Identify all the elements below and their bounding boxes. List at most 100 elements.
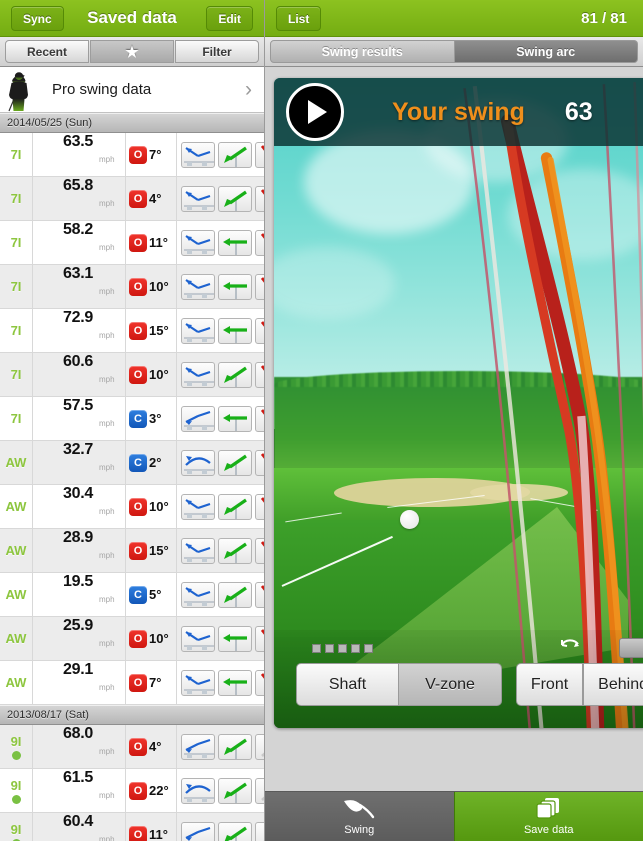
swing-row[interactable]: AW25.9mphO10°★ — [0, 617, 264, 661]
list-button[interactable]: List — [276, 6, 322, 31]
face-direction-icon[interactable] — [218, 229, 252, 256]
segment-filter[interactable]: Filter — [175, 40, 259, 63]
metric-icons-cell — [177, 353, 264, 396]
tab-save-data[interactable]: Save data — [453, 792, 643, 841]
swing-path-icon[interactable] — [181, 669, 215, 696]
edit-button[interactable]: Edit — [206, 6, 253, 31]
pro-swing-data-row[interactable]: Pro swing data › — [0, 67, 264, 113]
swing-row[interactable]: AW28.9mphO15°★ — [0, 529, 264, 573]
settings-button[interactable] — [619, 638, 643, 658]
swing-path-icon[interactable] — [181, 493, 215, 520]
swing-row[interactable]: 7I63.1mphO10°★ — [0, 265, 264, 309]
shaft-plane-icon[interactable] — [255, 777, 264, 804]
frame-marker[interactable] — [338, 644, 347, 653]
face-direction-icon[interactable] — [218, 273, 252, 300]
behind-button[interactable]: Behind — [583, 663, 643, 706]
swing-path-icon[interactable] — [181, 733, 215, 760]
frame-marker[interactable] — [351, 644, 360, 653]
swing-path-icon[interactable] — [181, 185, 215, 212]
face-direction-icon[interactable] — [218, 581, 252, 608]
face-direction-icon[interactable] — [218, 141, 252, 168]
swing-row[interactable]: 9I60.4mphO11°★ — [0, 813, 264, 841]
face-direction-icon[interactable] — [218, 449, 252, 476]
shaft-plane-icon[interactable] — [255, 317, 264, 344]
sync-button[interactable]: Sync — [11, 6, 64, 31]
swing-path-icon[interactable] — [181, 449, 215, 476]
swing-path-icon[interactable] — [181, 361, 215, 388]
face-direction-icon[interactable] — [218, 493, 252, 520]
frame-marker[interactable] — [364, 644, 373, 653]
shaft-plane-icon[interactable] — [255, 733, 264, 760]
shaft-plane-icon[interactable] — [255, 185, 264, 212]
shaft-plane-icon[interactable] — [255, 669, 264, 696]
shaft-button[interactable]: Shaft — [296, 663, 399, 706]
face-angle-value: 2° — [149, 455, 162, 470]
frame-markers[interactable] — [312, 644, 373, 653]
swing-row[interactable]: 7I57.5mphC3°★ — [0, 397, 264, 441]
swing-path-icon[interactable] — [181, 537, 215, 564]
swing-path-icon[interactable] — [181, 625, 215, 652]
face-direction-icon[interactable] — [218, 821, 252, 841]
face-direction-icon[interactable] — [218, 625, 252, 652]
swing-path-icon[interactable] — [181, 777, 215, 804]
swing-path-icon[interactable] — [181, 317, 215, 344]
swing-row[interactable]: 7I58.2mphO11°★ — [0, 221, 264, 265]
swing-row[interactable]: 7I63.5mphO7°★ — [0, 133, 264, 177]
shaft-plane-icon[interactable] — [255, 821, 264, 841]
swing-row[interactable]: AW32.7mphC2°★ — [0, 441, 264, 485]
swing-path-icon[interactable] — [181, 229, 215, 256]
swing-row[interactable]: 9I68.0mphO4°★ — [0, 725, 264, 769]
metric-icons-cell — [177, 769, 264, 812]
front-button[interactable]: Front — [515, 663, 584, 706]
shaft-plane-icon[interactable] — [255, 141, 264, 168]
face-direction-icon[interactable] — [218, 361, 252, 388]
shaft-plane-icon[interactable] — [255, 625, 264, 652]
club-type-label: AW — [5, 543, 27, 558]
swing-row[interactable]: 7I72.9mphO15°★ — [0, 309, 264, 353]
face-direction-icon[interactable] — [218, 537, 252, 564]
club-type-label: AW — [5, 587, 27, 602]
face-direction-icon[interactable] — [218, 777, 252, 804]
shaft-plane-icon[interactable] — [255, 493, 264, 520]
v-zone-button[interactable]: V-zone — [399, 663, 502, 706]
shaft-plane-icon[interactable] — [255, 581, 264, 608]
frame-marker[interactable] — [325, 644, 334, 653]
tab-swing[interactable]: Swing — [265, 792, 454, 841]
face-angle-cell: O 11° — [126, 813, 177, 841]
swing-path-icon[interactable] — [181, 581, 215, 608]
swing-row[interactable]: AW30.4mphO10°★ — [0, 485, 264, 529]
swing-path-icon[interactable] — [181, 405, 215, 432]
face-angle-cell: O 15° — [126, 529, 177, 572]
shaft-plane-icon[interactable] — [255, 273, 264, 300]
swing-row[interactable]: 9I61.5mphO22°★ — [0, 769, 264, 813]
swing-path-icon[interactable] — [181, 141, 215, 168]
face-direction-icon[interactable] — [218, 733, 252, 760]
speed-cell: 65.8 — [33, 177, 96, 220]
shaft-plane-icon[interactable] — [255, 537, 264, 564]
face-direction-icon[interactable] — [218, 185, 252, 212]
rotate-icon[interactable] — [559, 638, 583, 658]
swing-row[interactable]: AW19.5mphC5°★ — [0, 573, 264, 617]
face-direction-icon[interactable] — [218, 317, 252, 344]
swing-row[interactable]: 7I65.8mphO4°★ — [0, 177, 264, 221]
segment-favorite[interactable]: ★ — [90, 40, 174, 63]
shaft-plane-icon[interactable] — [255, 449, 264, 476]
speed-unit-label: mph — [99, 375, 115, 384]
swing-path-icon[interactable] — [181, 273, 215, 300]
swing-row[interactable]: AW29.1mphO7°★ — [0, 661, 264, 705]
shaft-plane-icon[interactable] — [255, 361, 264, 388]
swing-path-icon[interactable] — [181, 821, 215, 841]
speed-unit-label: mph — [99, 199, 115, 208]
frame-marker[interactable] — [312, 644, 321, 653]
play-button[interactable] — [286, 83, 344, 141]
speed-value: 19.5 — [63, 573, 93, 590]
tab-swing-results[interactable]: Swing results — [270, 40, 455, 63]
swing-video-viewer[interactable]: Your swing 63 Shaft V-zone Front Behin — [274, 78, 643, 728]
face-direction-icon[interactable] — [218, 669, 252, 696]
shaft-plane-icon[interactable] — [255, 405, 264, 432]
tab-swing-arc[interactable]: Swing arc — [454, 40, 638, 63]
swing-row[interactable]: 7I60.6mphO10°★ — [0, 353, 264, 397]
face-direction-icon[interactable] — [218, 405, 252, 432]
segment-recent[interactable]: Recent — [5, 40, 89, 63]
shaft-plane-icon[interactable] — [255, 229, 264, 256]
